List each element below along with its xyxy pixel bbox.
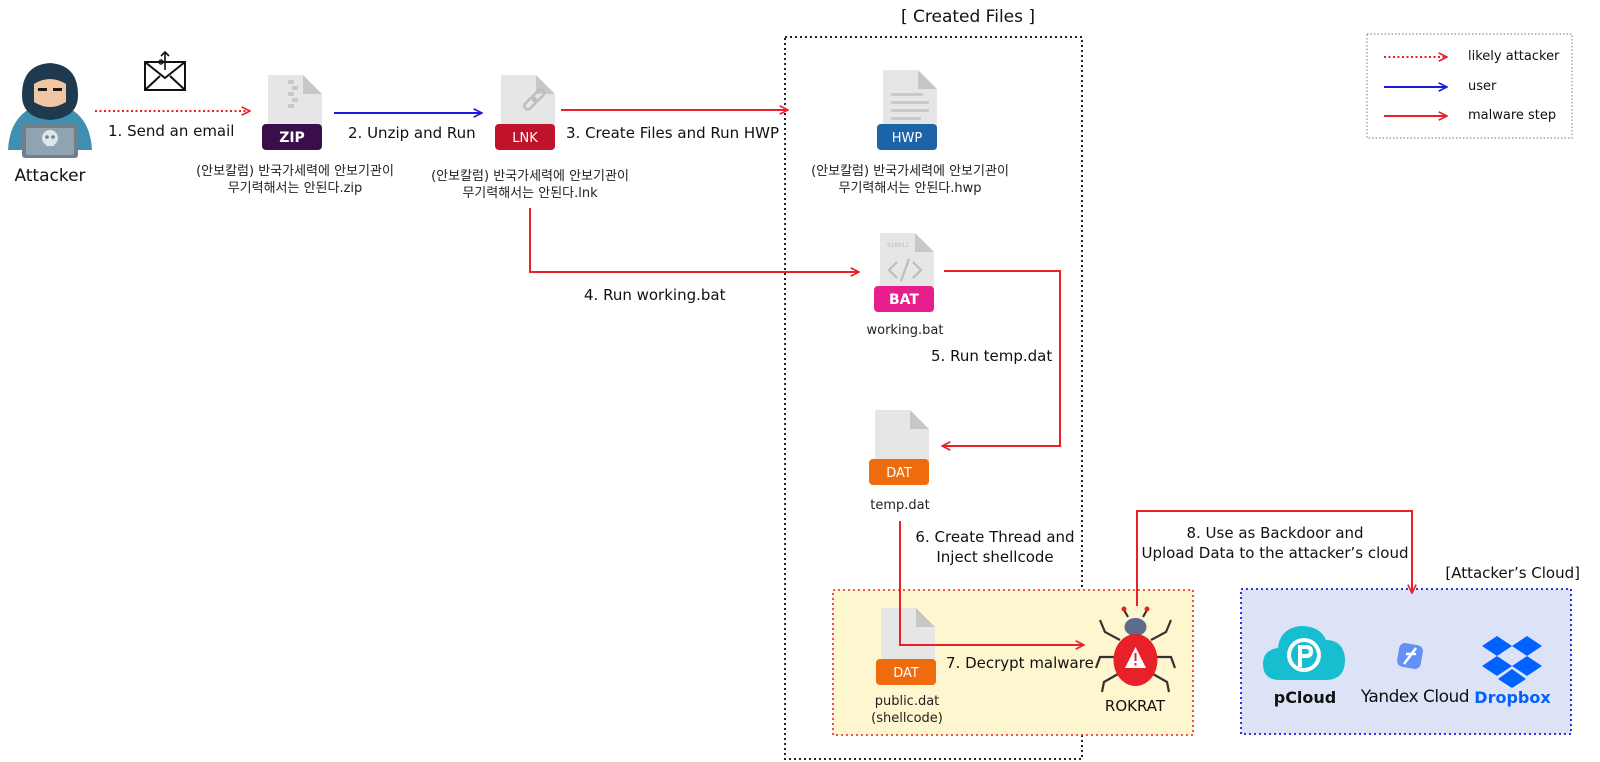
temp-dat-tag: DAT: [886, 466, 912, 481]
bat-filename: working.bat: [866, 323, 944, 338]
yandex-cloud-name: Yandex Cloud: [1360, 687, 1470, 707]
hwp-filename-line2: 무기력해서는 안된다.hwp: [838, 181, 982, 196]
step-5-label: 5. Run temp.dat: [931, 347, 1053, 365]
zip-filename-line2: 무기력해서는 안된다.zip: [227, 181, 363, 196]
yandex-cloud-logo-icon: [1397, 643, 1423, 669]
public-dat-filename-line2: (shellcode): [871, 711, 943, 726]
lnk-filename-line1: (안보칼럼) 반국가세력에 안보기관이: [431, 169, 629, 184]
step-3-label: 3. Create Files and Run HWP: [566, 124, 780, 142]
step-8-label-line2: Upload Data to the attacker’s cloud: [1141, 544, 1409, 562]
hwp-tag: HWP: [892, 131, 923, 146]
pcloud-name: pCloud: [1273, 688, 1337, 707]
step-1-label: 1. Send an email: [108, 122, 235, 140]
lnk-file-icon: LNK: [495, 75, 555, 150]
step-8-label-line1: 8. Use as Backdoor and: [1186, 524, 1364, 542]
hwp-file-icon: HWP: [877, 70, 937, 150]
zip-tag: ZIP: [279, 130, 305, 146]
attacker-icon: [8, 63, 92, 158]
lnk-filename-line2: 무기력해서는 안된다.lnk: [462, 186, 598, 201]
legend-label-malware-step: malware step: [1468, 108, 1557, 123]
step-7-label: 7. Decrypt malware: [946, 654, 1094, 672]
rokrat-label: ROKRAT: [1104, 697, 1166, 715]
step-4-label: 4. Run working.bat: [584, 286, 726, 304]
zip-file-icon: ZIP: [262, 75, 322, 150]
temp-dat-file-icon: DAT: [869, 410, 929, 485]
bat-file-icon: 010011 BAT: [874, 233, 934, 312]
arrow-run-working-bat: [529, 208, 859, 272]
temp-dat-filename: temp.dat: [870, 498, 930, 513]
public-dat-filename-line1: public.dat: [874, 694, 940, 709]
step-2-label: 2. Unzip and Run: [348, 124, 476, 142]
hwp-filename-line1: (안보칼럼) 반국가세력에 안보기관이: [811, 164, 1009, 179]
public-dat-file-icon: DAT: [876, 608, 936, 685]
attacker-cloud-title: [Attacker’s Cloud]: [1445, 564, 1580, 582]
step-6-label-line1: 6. Create Thread and: [915, 528, 1075, 546]
lnk-tag: LNK: [512, 131, 538, 146]
section-title: [ Created Files ]: [900, 7, 1036, 27]
dropbox-name: Dropbox: [1474, 688, 1551, 707]
legend-label-likely-attacker: likely attacker: [1468, 49, 1560, 64]
zip-filename-line1: (안보칼럼) 반국가세력에 안보기관이: [196, 164, 394, 179]
svg-text:010011: 010011: [887, 242, 909, 249]
flow-diagram: ZIP LNK HWP 010011 BAT DAT DAT: [8, 33, 1573, 760]
step-6-label-line2: Inject shellcode: [936, 548, 1054, 566]
bat-tag: BAT: [889, 292, 919, 308]
legend-label-user: user: [1468, 79, 1497, 94]
attacker-label: Attacker: [14, 166, 86, 186]
email-icon: [144, 50, 186, 91]
public-dat-tag: DAT: [893, 666, 919, 681]
